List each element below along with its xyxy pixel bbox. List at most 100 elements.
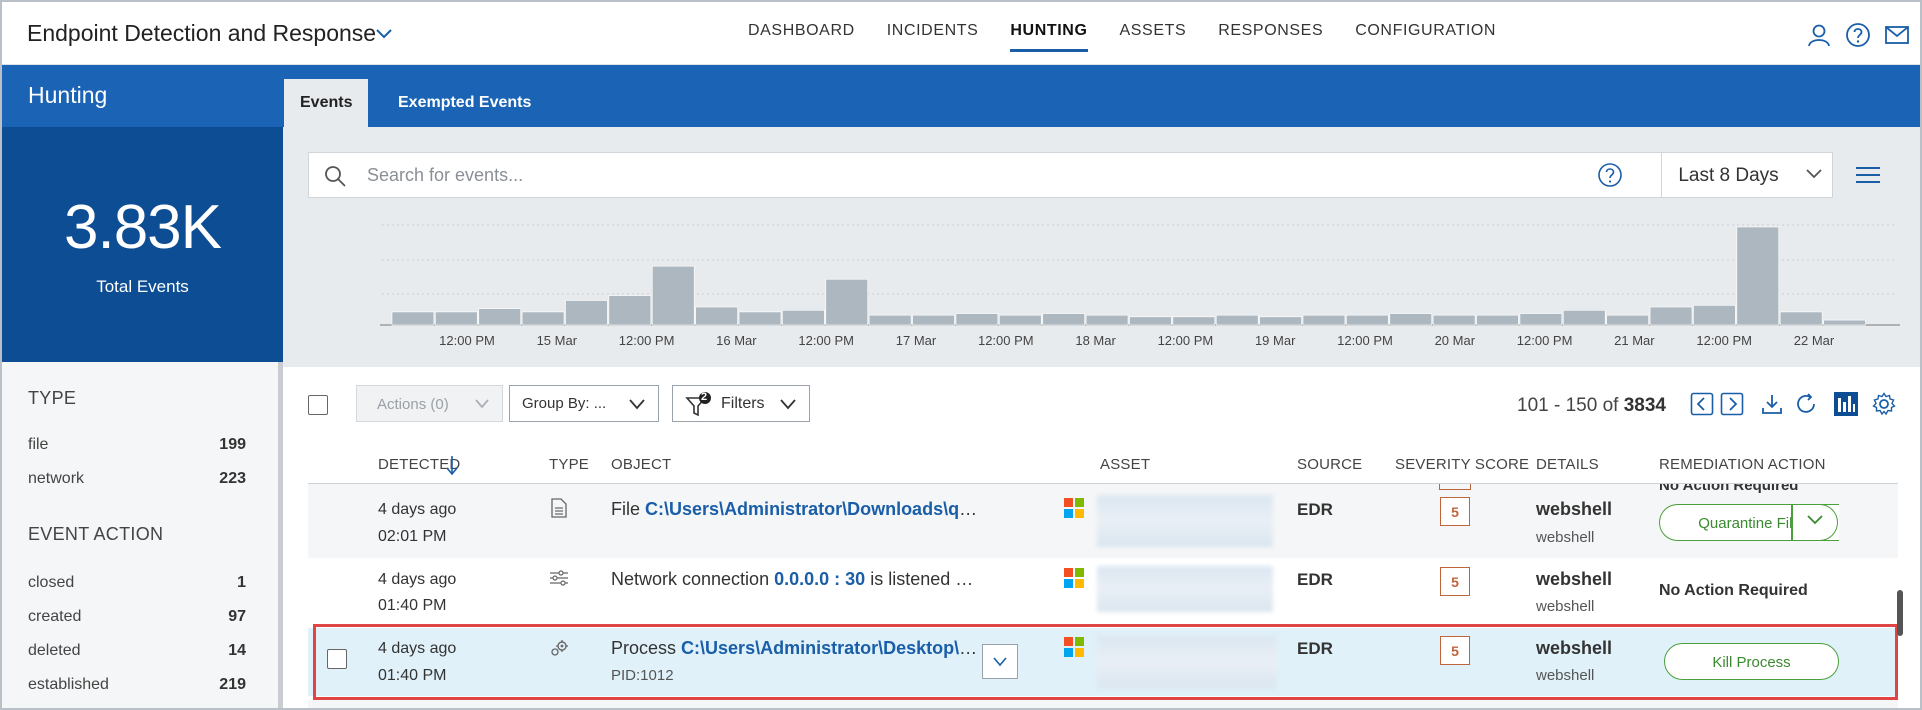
object-path-link[interactable]: 0.0.0.0 : 30	[774, 569, 865, 589]
facet-label: established	[28, 676, 109, 693]
histogram-bar[interactable]	[955, 313, 999, 326]
histogram-bar[interactable]	[1823, 319, 1866, 326]
histogram-bar[interactable]	[1519, 313, 1563, 326]
histogram-bar[interactable]	[391, 311, 435, 326]
facet-item-established[interactable]: established 219	[28, 676, 246, 694]
search-input[interactable]	[367, 161, 1577, 189]
column-header-remediation[interactable]: REMEDIATION ACTION	[1659, 456, 1826, 473]
histogram-bar[interactable]	[1693, 305, 1736, 326]
refresh-icon[interactable]	[1794, 392, 1818, 416]
group-by-dropdown[interactable]: Group By: ...	[509, 385, 659, 422]
column-header-detected[interactable]: DETECTED	[378, 456, 460, 476]
row-object[interactable]: File C:\Users\Administrator\Downloads\qn…	[611, 499, 981, 520]
nav-incidents[interactable]: INCIDENTS	[871, 2, 995, 65]
histogram-bar[interactable]	[738, 311, 782, 326]
asset-name-redacted[interactable]	[1097, 495, 1273, 547]
histogram-bar[interactable]	[1042, 313, 1085, 326]
group-by-label: Group By: ...	[522, 395, 607, 412]
date-range-select[interactable]: Last 8 Days	[1661, 153, 1833, 197]
histogram-bar[interactable]	[1215, 314, 1259, 326]
tab-events[interactable]: Events	[284, 79, 369, 127]
actions-label: Actions (0)	[377, 396, 449, 413]
column-header-severity[interactable]: SEVERITY SCORE	[1395, 456, 1529, 473]
nav-hunting[interactable]: HUNTING	[994, 2, 1103, 65]
kill-process-button[interactable]: Kill Process	[1664, 643, 1839, 680]
table-scrollbar[interactable]	[1897, 590, 1903, 636]
tab-bar: Events Exempted Events	[283, 65, 1920, 127]
histogram-bar[interactable]	[1649, 306, 1693, 326]
nav-configuration[interactable]: CONFIGURATION	[1339, 2, 1512, 65]
histogram-bar[interactable]	[478, 308, 521, 326]
mail-icon[interactable]	[1884, 22, 1910, 48]
chevron-down-icon[interactable]	[373, 24, 395, 44]
histogram-bar[interactable]	[1259, 316, 1302, 326]
facet-item-created[interactable]: created 97	[28, 608, 246, 626]
asset-name-redacted[interactable]	[1097, 635, 1277, 689]
row-checkbox[interactable]	[327, 649, 347, 669]
column-header-source[interactable]: SOURCE	[1297, 456, 1362, 473]
nav-dashboard[interactable]: DASHBOARD	[732, 2, 871, 65]
settings-gear-icon[interactable]	[1872, 392, 1896, 416]
column-header-object[interactable]: OBJECT	[611, 456, 671, 473]
tab-exempted-events[interactable]: Exempted Events	[382, 79, 547, 127]
histogram-bar[interactable]	[435, 311, 478, 326]
facet-item-deleted[interactable]: deleted 14	[28, 642, 246, 660]
histogram-bar[interactable]	[1302, 314, 1346, 326]
event-histogram	[380, 224, 1900, 326]
object-type: File	[611, 499, 641, 519]
histogram-bar[interactable]	[1129, 316, 1172, 326]
histogram-bar[interactable]	[565, 300, 608, 326]
severity-badge: 5	[1440, 497, 1470, 526]
histogram-bar[interactable]	[782, 310, 825, 326]
facet-heading-type: TYPE	[28, 388, 77, 408]
histogram-bar[interactable]	[695, 306, 738, 326]
asset-name-redacted[interactable]	[1097, 566, 1273, 612]
nav-responses[interactable]: RESPONSES	[1202, 2, 1339, 65]
histogram-bar[interactable]	[608, 295, 652, 326]
histogram-bar[interactable]	[868, 314, 912, 326]
histogram-bar[interactable]	[651, 265, 695, 326]
help-icon[interactable]	[1845, 22, 1871, 48]
histogram-bar[interactable]	[1606, 314, 1649, 326]
histogram-bar[interactable]	[1736, 226, 1780, 326]
column-header-type[interactable]: TYPE	[549, 456, 589, 473]
object-path-link[interactable]: C:\Users\Administrator\Downloads\qn…	[645, 499, 981, 519]
row-object[interactable]: Network connection 0.0.0.0 : 30 is liste…	[611, 569, 973, 590]
histogram-toggle-icon[interactable]	[1834, 392, 1858, 416]
facet-item-closed[interactable]: closed 1	[28, 574, 246, 592]
histogram-bar[interactable]	[521, 311, 565, 326]
facet-item-network[interactable]: network 223	[28, 470, 246, 488]
histogram-bar[interactable]	[825, 278, 869, 326]
histogram-bar[interactable]	[1389, 313, 1432, 326]
object-path-link[interactable]: C:\Users\Administrator\Desktop\q…	[681, 638, 985, 658]
histogram-bar[interactable]	[1085, 314, 1129, 326]
filters-button[interactable]: 2 Filters	[672, 385, 810, 422]
histogram-bar[interactable]	[1172, 316, 1216, 326]
menu-icon[interactable]	[1854, 163, 1882, 187]
column-header-asset[interactable]: ASSET	[1100, 456, 1150, 473]
facet-label: network	[28, 470, 85, 487]
histogram-bar[interactable]	[1779, 311, 1823, 326]
select-all-checkbox[interactable]	[308, 395, 328, 415]
histogram-bar[interactable]	[1476, 314, 1519, 326]
prev-page-icon[interactable]	[1690, 392, 1714, 416]
histogram-bar[interactable]	[912, 314, 955, 326]
facet-item-file[interactable]: file 199	[28, 436, 246, 454]
search-help-icon[interactable]	[1597, 162, 1623, 188]
facet-label: closed	[28, 574, 75, 591]
row-expand-button[interactable]	[982, 644, 1018, 679]
remediation-dropdown[interactable]	[1792, 504, 1838, 541]
nav-assets[interactable]: ASSETS	[1104, 2, 1203, 65]
column-header-details[interactable]: DETAILS	[1536, 456, 1599, 473]
histogram-bar[interactable]	[999, 314, 1042, 326]
table-row[interactable]	[308, 700, 1898, 708]
histogram-bar[interactable]	[1563, 310, 1606, 326]
user-icon[interactable]	[1806, 22, 1832, 48]
row-object[interactable]: Process C:\Users\Administrator\Desktop\q…	[611, 638, 985, 659]
pagination-total: 3834	[1623, 395, 1666, 416]
histogram-bar[interactable]	[1432, 314, 1476, 326]
download-icon[interactable]	[1760, 392, 1784, 416]
histogram-bar[interactable]	[1346, 314, 1389, 326]
next-page-icon[interactable]	[1720, 392, 1744, 416]
actions-dropdown[interactable]: Actions (0)	[356, 385, 503, 422]
